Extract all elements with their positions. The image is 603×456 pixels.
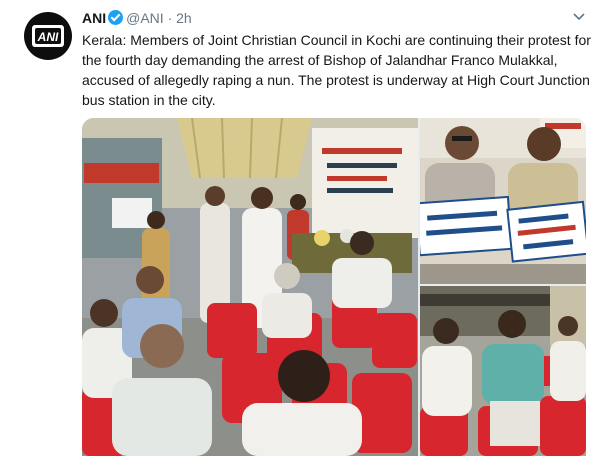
separator: ·	[167, 10, 173, 26]
ani-logo: ANI	[32, 25, 64, 47]
display-name[interactable]: ANI	[82, 10, 106, 26]
avatar[interactable]: ANI	[24, 12, 72, 60]
protest-photo-signs[interactable]	[420, 118, 586, 284]
protest-photo-seated[interactable]	[420, 286, 586, 456]
timestamp[interactable]: 2h	[176, 10, 192, 26]
tweet-text: Kerala: Members of Joint Christian Counc…	[82, 32, 591, 108]
tweet: ANI ANI @ANI · 2h Kerala: Members of Join…	[0, 0, 603, 456]
verified-badge-icon	[108, 10, 124, 25]
chevron-down-icon[interactable]	[571, 10, 587, 24]
tweet-header: ANI @ANI · 2h	[82, 9, 192, 27]
protest-photo-crowd[interactable]	[82, 118, 418, 456]
handle[interactable]: @ANI	[126, 10, 164, 26]
svg-text:ANI: ANI	[37, 30, 59, 44]
media-grid	[82, 118, 586, 456]
